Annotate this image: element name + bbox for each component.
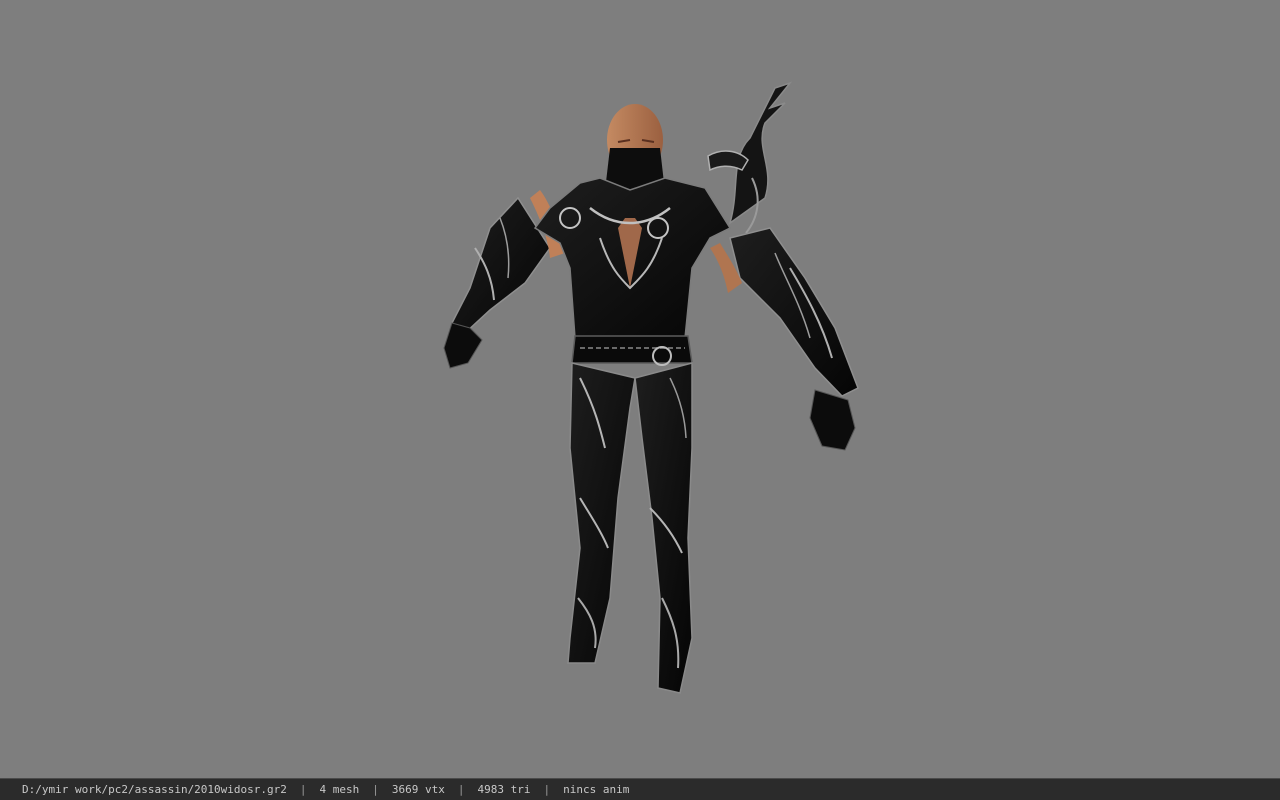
status-vertex-count: 3669 vtx [391, 783, 445, 796]
legs [567, 362, 693, 694]
right-arm [710, 227, 859, 451]
head [606, 104, 664, 194]
status-separator: | [299, 783, 307, 796]
status-triangle-count: 4983 tri [477, 783, 531, 796]
torso [533, 177, 732, 339]
model-viewport[interactable] [0, 0, 1280, 778]
character-model [443, 81, 859, 694]
status-bar: D:/ymir work/pc2/assassin/2010widosr.gr2… [0, 778, 1280, 800]
dragon-ornament [707, 81, 793, 234]
status-animation: nincs anim [563, 783, 630, 796]
status-separator: | [543, 783, 551, 796]
status-file-path: D:/ymir work/pc2/assassin/2010widosr.gr2 [22, 783, 287, 796]
status-separator: | [457, 783, 465, 796]
status-mesh-count: 4 mesh [319, 783, 360, 796]
belt [571, 335, 693, 366]
status-separator: | [372, 783, 379, 796]
